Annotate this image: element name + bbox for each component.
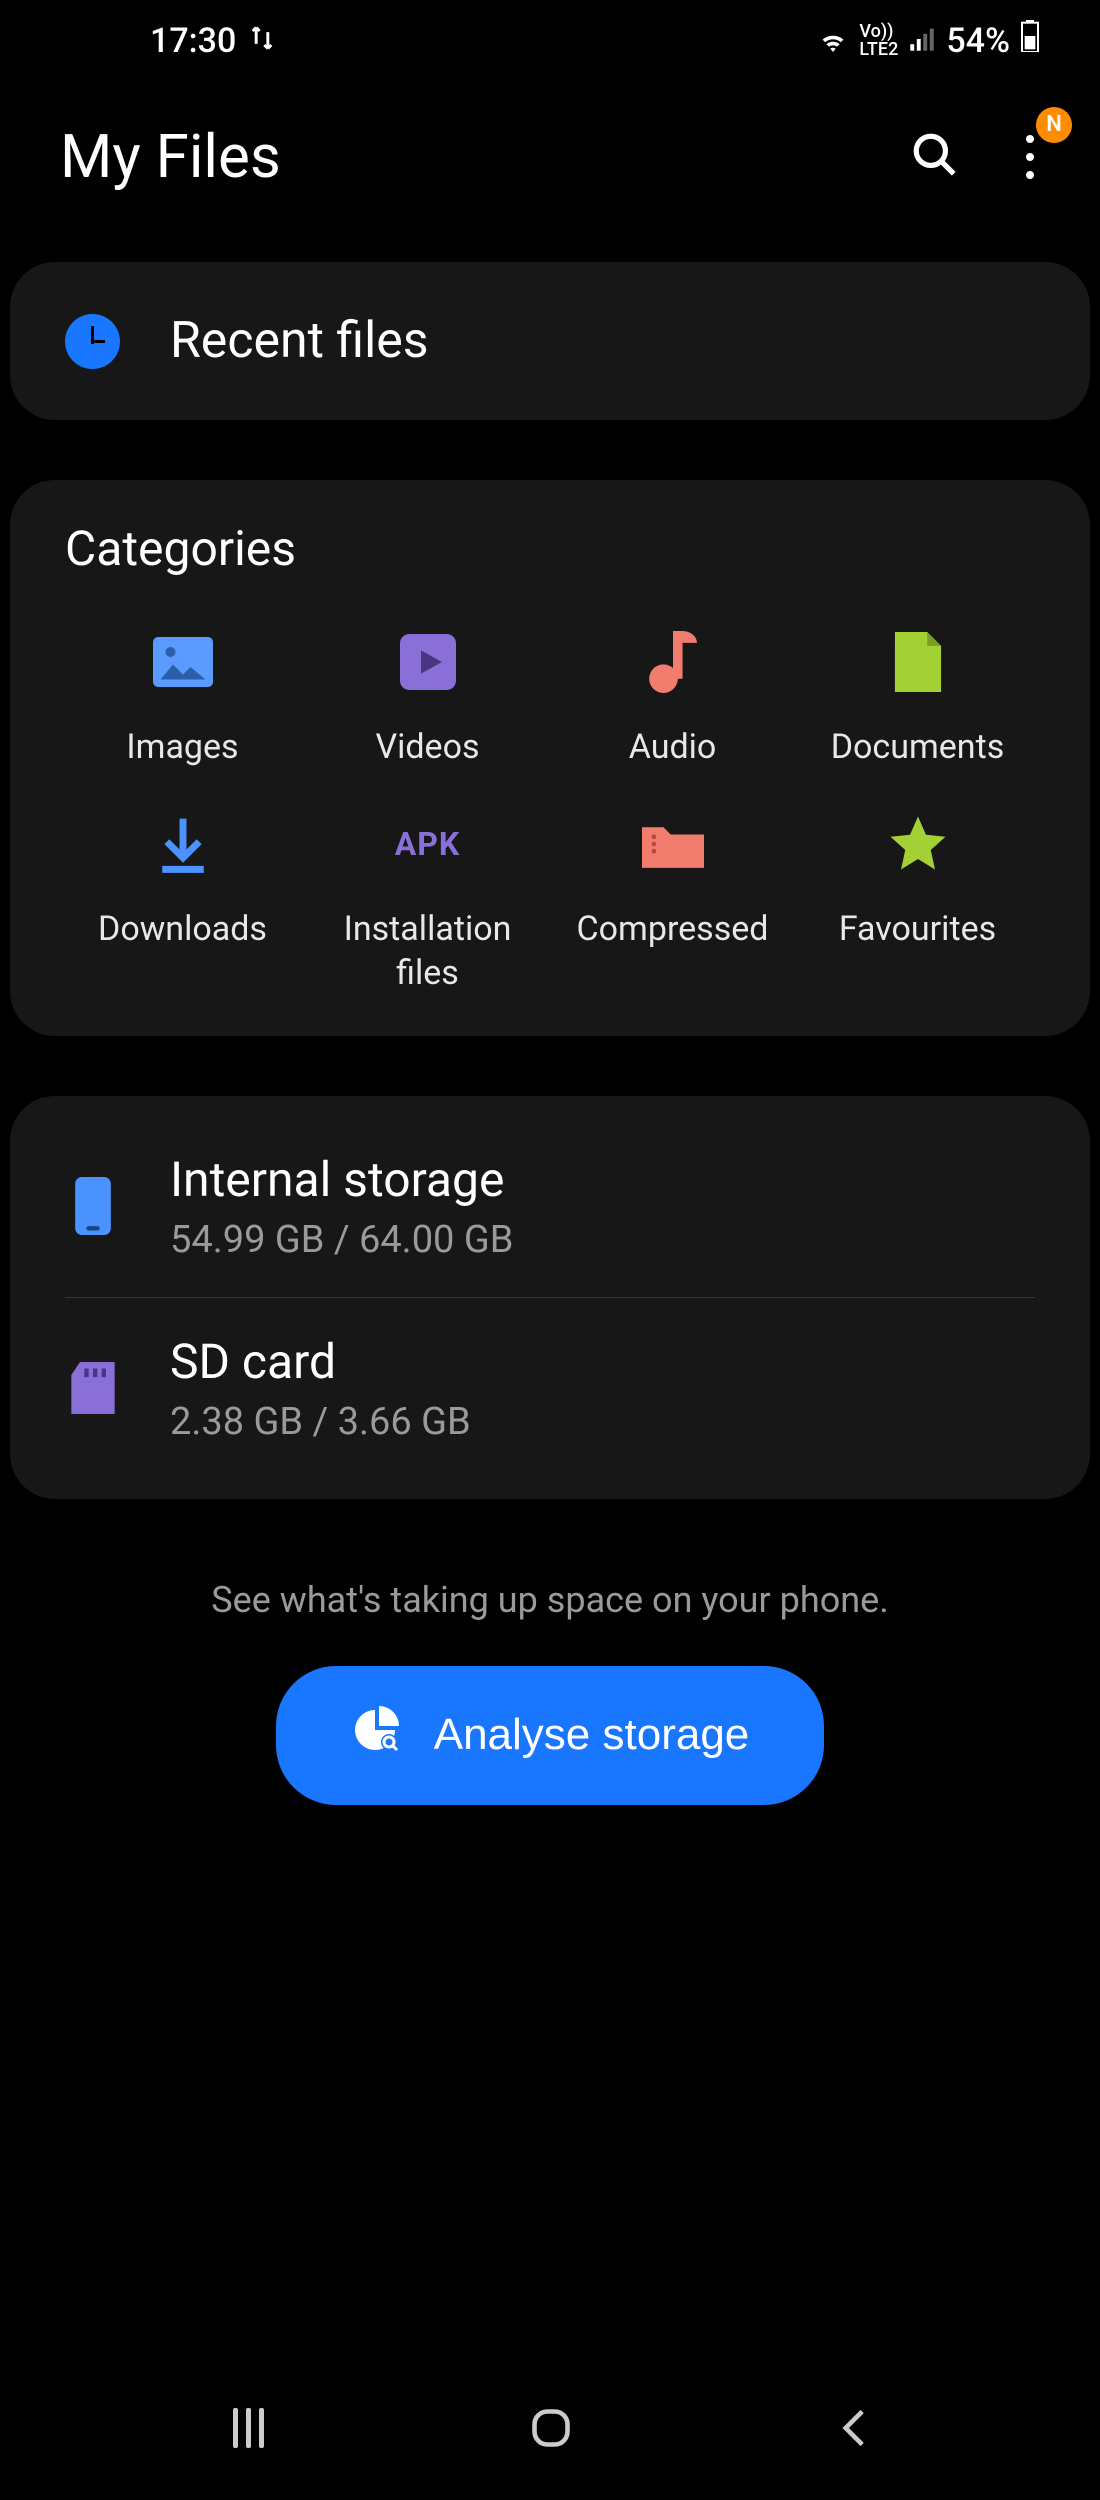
category-audio[interactable]: Audio xyxy=(555,627,790,769)
page-title: My Files xyxy=(60,121,281,192)
battery-icon xyxy=(1020,20,1040,61)
nav-home-button[interactable] xyxy=(529,2406,573,2450)
search-button[interactable] xyxy=(910,130,960,184)
category-label: Documents xyxy=(831,725,1005,769)
category-label: Audio xyxy=(629,725,717,769)
nav-back-button[interactable] xyxy=(838,2406,868,2450)
sd-card-row[interactable]: SD card 2.38 GB / 3.66 GB xyxy=(65,1298,1035,1479)
navigation-bar xyxy=(0,2366,1100,2500)
category-label: Compressed xyxy=(577,907,769,951)
phone-icon xyxy=(65,1177,120,1235)
recents-icon xyxy=(233,2408,264,2448)
categories-title: Categories xyxy=(65,520,1035,577)
category-label: Favourites xyxy=(839,907,996,951)
audio-icon xyxy=(638,627,708,697)
battery-text: 54% xyxy=(946,21,1010,61)
images-icon xyxy=(148,627,218,697)
status-time: 17:30 xyxy=(150,21,236,61)
recent-files-row[interactable]: Recent files xyxy=(10,262,1090,420)
data-transfer-icon xyxy=(248,21,276,61)
signal-icon xyxy=(908,21,936,61)
back-icon xyxy=(838,2406,868,2450)
wifi-icon xyxy=(817,21,849,61)
sd-card-icon xyxy=(65,1362,120,1414)
category-compressed[interactable]: Compressed xyxy=(555,809,790,995)
pie-chart-icon xyxy=(351,1706,399,1765)
compressed-icon xyxy=(638,809,708,879)
search-icon xyxy=(910,130,960,180)
category-documents[interactable]: Documents xyxy=(800,627,1035,769)
internal-storage-row[interactable]: Internal storage 54.99 GB / 64.00 GB xyxy=(65,1116,1035,1298)
downloads-icon xyxy=(148,809,218,879)
category-favourites[interactable]: Favourites xyxy=(800,809,1035,995)
home-icon xyxy=(529,2406,573,2450)
category-label: Downloads xyxy=(98,907,267,951)
recent-files-label: Recent files xyxy=(170,312,429,370)
category-videos[interactable]: Videos xyxy=(310,627,545,769)
app-header: My Files N xyxy=(0,81,1100,252)
categories-card: Categories Images Videos xyxy=(10,480,1090,1036)
analyze-storage-button[interactable]: Analyse storage xyxy=(276,1666,825,1805)
videos-icon xyxy=(393,627,463,697)
category-downloads[interactable]: Downloads xyxy=(65,809,300,995)
analyze-section: See what's taking up space on your phone… xyxy=(0,1559,1100,1925)
status-bar: 17:30 Vo))LTE2 54% xyxy=(0,0,1100,81)
category-label: Videos xyxy=(375,725,479,769)
analyze-button-label: Analyse storage xyxy=(434,1710,750,1760)
storage-name: Internal storage xyxy=(170,1151,513,1208)
nav-recents-button[interactable] xyxy=(233,2408,264,2448)
storage-size: 54.99 GB / 64.00 GB xyxy=(170,1218,513,1262)
category-installation-files[interactable]: APK Installation files xyxy=(310,809,545,995)
category-label: Images xyxy=(126,725,238,769)
more-options-button[interactable]: N xyxy=(1010,135,1050,179)
category-label: Installation files xyxy=(310,907,545,995)
analyze-hint: See what's taking up space on your phone… xyxy=(40,1579,1060,1621)
apk-icon: APK xyxy=(393,809,463,879)
storage-size: 2.38 GB / 3.66 GB xyxy=(170,1400,471,1444)
vertical-dots-icon xyxy=(1026,135,1034,179)
storage-card: Internal storage 54.99 GB / 64.00 GB SD … xyxy=(10,1096,1090,1499)
notification-badge: N xyxy=(1036,107,1072,143)
clock-icon xyxy=(65,314,120,369)
favourites-icon xyxy=(883,809,953,879)
documents-icon xyxy=(883,627,953,697)
storage-name: SD card xyxy=(170,1333,471,1390)
network-label: Vo))LTE2 xyxy=(859,23,898,59)
category-images[interactable]: Images xyxy=(65,627,300,769)
